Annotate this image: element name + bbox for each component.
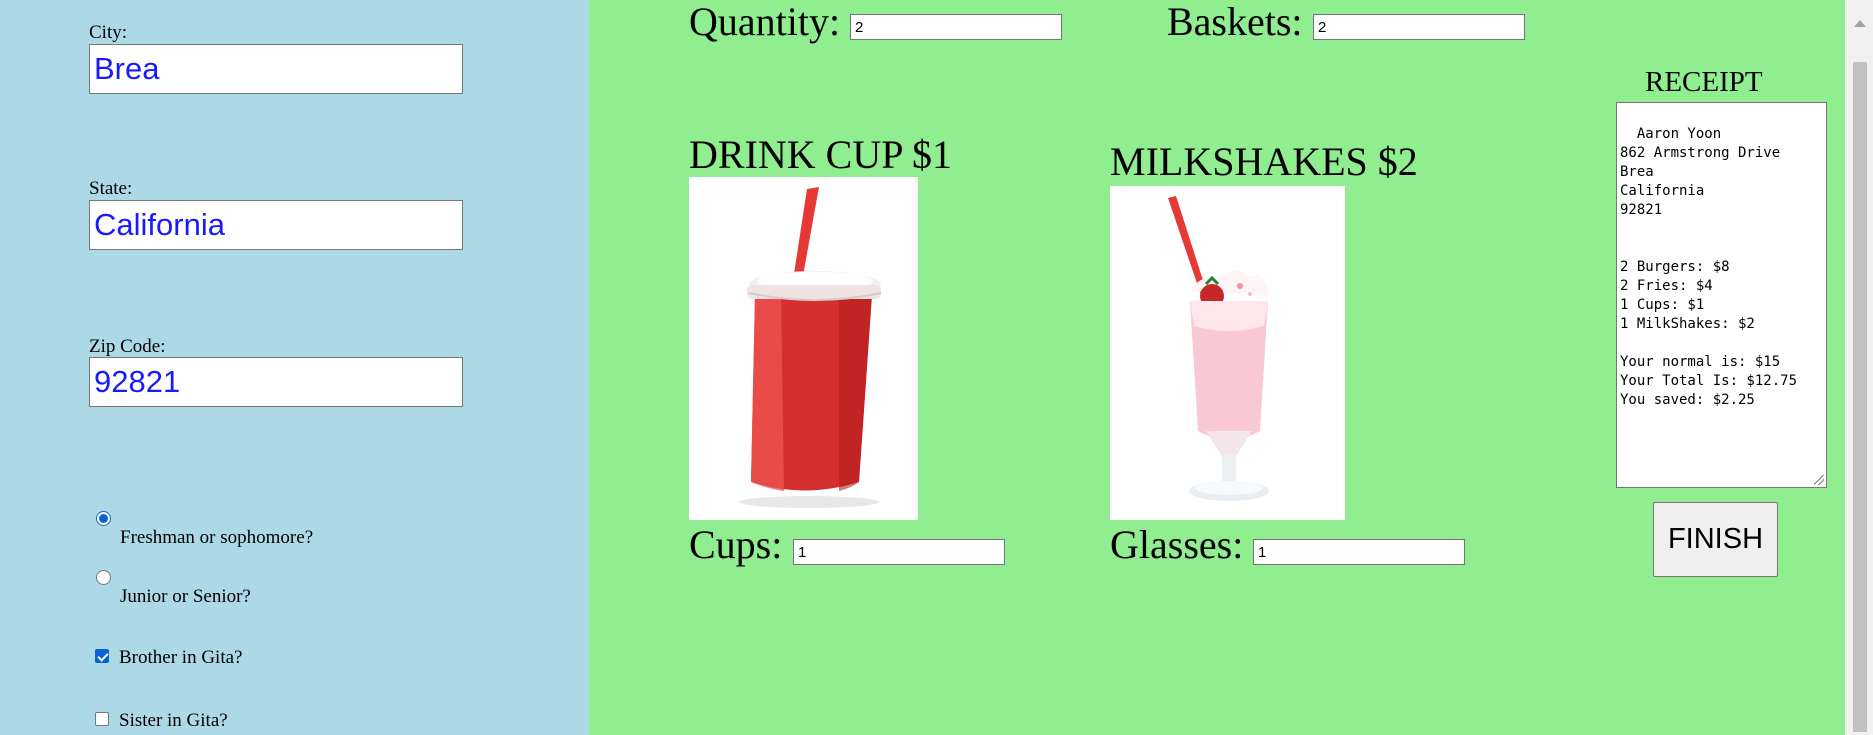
quantity-label: Quantity: [689, 0, 841, 44]
city-input[interactable] [89, 44, 463, 94]
freshman-radio[interactable] [96, 511, 111, 526]
strawberry-milkshake-icon [1168, 196, 1269, 501]
drink-cup-title: DRINK CUP $1 [689, 132, 952, 177]
red-drink-cup-icon [739, 187, 882, 508]
cups-input[interactable] [793, 539, 1005, 565]
finish-button[interactable]: FINISH [1653, 502, 1778, 577]
city-label: City: [89, 22, 128, 43]
baskets-input[interactable] [1313, 14, 1525, 40]
zip-input[interactable] [89, 357, 463, 407]
baskets-label: Baskets: [1167, 0, 1303, 44]
scrollbar-thumb[interactable] [1853, 62, 1867, 732]
sister-checkbox[interactable] [95, 712, 109, 726]
glasses-label: Glasses: [1110, 522, 1244, 567]
resize-grip-icon[interactable] [1814, 475, 1824, 485]
drink-cup-image [689, 177, 918, 520]
receipt-textarea[interactable]: Aaron Yoon 862 Armstrong Drive Brea Cali… [1616, 102, 1827, 488]
quantity-input[interactable] [850, 14, 1062, 40]
junior-radio-label: Junior or Senior? [120, 586, 251, 607]
freshman-radio-label: Freshman or sophomore? [120, 527, 314, 548]
customer-info-panel: City: State: Zip Code: Freshman or sopho… [0, 0, 589, 735]
zip-label: Zip Code: [89, 336, 166, 357]
brother-checkbox[interactable] [95, 649, 109, 663]
glasses-input[interactable] [1253, 539, 1465, 565]
receipt-text: Aaron Yoon 862 Armstrong Drive Brea Cali… [1620, 126, 1798, 408]
receipt-title: RECEIPT [1645, 66, 1763, 98]
vertical-scrollbar[interactable] [1845, 0, 1873, 735]
sister-checkbox-label: Sister in Gita? [119, 710, 228, 731]
scroll-up-arrow-icon[interactable] [1854, 20, 1866, 27]
state-label: State: [89, 178, 133, 199]
milkshakes-title: MILKSHAKES $2 [1110, 139, 1418, 184]
brother-checkbox-label: Brother in Gita? [119, 647, 243, 668]
state-input[interactable] [89, 200, 463, 250]
milkshake-image [1110, 186, 1345, 520]
cups-label: Cups: [689, 522, 783, 567]
junior-radio[interactable] [96, 570, 111, 585]
